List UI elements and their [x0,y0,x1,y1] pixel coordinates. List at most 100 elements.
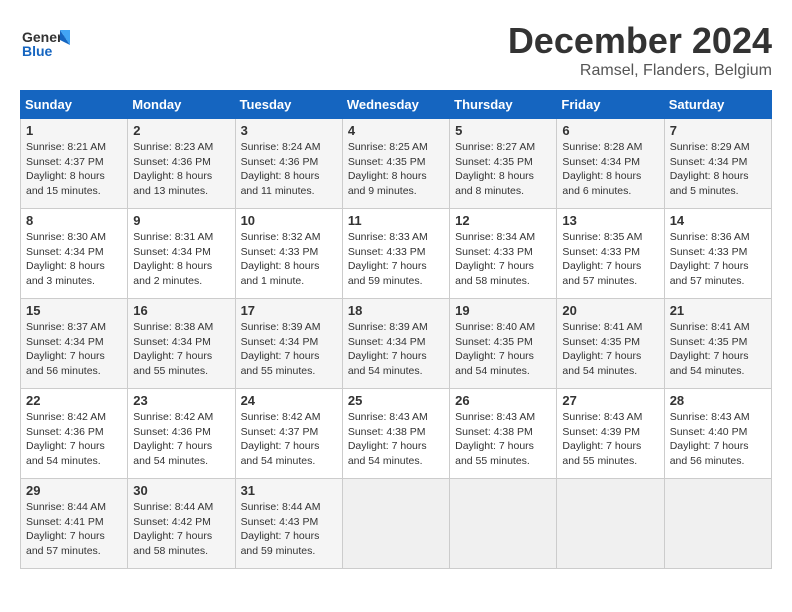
cell-content: Sunrise: 8:35 AM Sunset: 4:33 PM Dayligh… [562,230,658,289]
day-number: 12 [455,213,551,228]
calendar-cell: 11 Sunrise: 8:33 AM Sunset: 4:33 PM Dayli… [342,209,449,299]
day-number: 21 [670,303,766,318]
cell-content: Sunrise: 8:43 AM Sunset: 4:39 PM Dayligh… [562,410,658,469]
calendar-cell [557,479,664,569]
cell-content: Sunrise: 8:21 AM Sunset: 4:37 PM Dayligh… [26,140,122,199]
calendar-cell: 18 Sunrise: 8:39 AM Sunset: 4:34 PM Dayli… [342,299,449,389]
calendar-cell [664,479,771,569]
col-header-monday: Monday [128,91,235,119]
cell-content: Sunrise: 8:41 AM Sunset: 4:35 PM Dayligh… [670,320,766,379]
cell-content: Sunrise: 8:28 AM Sunset: 4:34 PM Dayligh… [562,140,658,199]
logo-icon: General Blue [20,20,70,70]
calendar-cell: 14Sunrise: 8:36 AM Sunset: 4:33 PM Dayli… [664,209,771,299]
calendar-cell: 9 Sunrise: 8:31 AM Sunset: 4:34 PM Daylig… [128,209,235,299]
logo: General Blue [20,20,70,75]
cell-content: Sunrise: 8:42 AM Sunset: 4:36 PM Dayligh… [26,410,122,469]
day-number: 14 [670,213,766,228]
calendar-cell: 25Sunrise: 8:43 AM Sunset: 4:38 PM Dayli… [342,389,449,479]
col-header-friday: Friday [557,91,664,119]
cell-content: Sunrise: 8:39 AM Sunset: 4:34 PM Dayligh… [241,320,337,379]
day-number: 3 [241,123,337,138]
day-number: 1 [26,123,122,138]
cell-content: Sunrise: 8:44 AM Sunset: 4:41 PM Dayligh… [26,500,122,559]
calendar-cell: 8 Sunrise: 8:30 AM Sunset: 4:34 PM Daylig… [21,209,128,299]
calendar-cell: 29 Sunrise: 8:44 AM Sunset: 4:41 PM Dayli… [21,479,128,569]
cell-content: Sunrise: 8:34 AM Sunset: 4:33 PM Dayligh… [455,230,551,289]
calendar-cell: 28 Sunrise: 8:43 AM Sunset: 4:40 PM Dayli… [664,389,771,479]
col-header-sunday: Sunday [21,91,128,119]
day-number: 24 [241,393,337,408]
calendar-table: SundayMondayTuesdayWednesdayThursdayFrid… [20,90,772,569]
day-number: 5 [455,123,551,138]
cell-content: Sunrise: 8:30 AM Sunset: 4:34 PM Dayligh… [26,230,122,289]
calendar-cell [450,479,557,569]
calendar-cell: 16 Sunrise: 8:38 AM Sunset: 4:34 PM Dayli… [128,299,235,389]
cell-content: Sunrise: 8:42 AM Sunset: 4:37 PM Dayligh… [241,410,337,469]
title-area: December 2024 Ramsel, Flanders, Belgium [508,20,772,80]
cell-content: Sunrise: 8:25 AM Sunset: 4:35 PM Dayligh… [348,140,444,199]
day-number: 28 [670,393,766,408]
calendar-cell: 10Sunrise: 8:32 AM Sunset: 4:33 PM Dayli… [235,209,342,299]
col-header-tuesday: Tuesday [235,91,342,119]
calendar-cell: 27Sunrise: 8:43 AM Sunset: 4:39 PM Dayli… [557,389,664,479]
calendar-cell: 17 Sunrise: 8:39 AM Sunset: 4:34 PM Dayli… [235,299,342,389]
cell-content: Sunrise: 8:38 AM Sunset: 4:34 PM Dayligh… [133,320,229,379]
calendar-cell: 23Sunrise: 8:42 AM Sunset: 4:36 PM Dayli… [128,389,235,479]
cell-content: Sunrise: 8:43 AM Sunset: 4:40 PM Dayligh… [670,410,766,469]
day-number: 19 [455,303,551,318]
calendar-cell: 3 Sunrise: 8:24 AM Sunset: 4:36 PM Daylig… [235,119,342,209]
day-number: 30 [133,483,229,498]
calendar-cell: 24 Sunrise: 8:42 AM Sunset: 4:37 PM Dayli… [235,389,342,479]
cell-content: Sunrise: 8:24 AM Sunset: 4:36 PM Dayligh… [241,140,337,199]
col-header-thursday: Thursday [450,91,557,119]
cell-content: Sunrise: 8:27 AM Sunset: 4:35 PM Dayligh… [455,140,551,199]
calendar-cell: 1 Sunrise: 8:21 AM Sunset: 4:37 PM Daylig… [21,119,128,209]
calendar-cell: 6 Sunrise: 8:28 AM Sunset: 4:34 PM Daylig… [557,119,664,209]
day-number: 29 [26,483,122,498]
day-number: 8 [26,213,122,228]
day-number: 31 [241,483,337,498]
day-number: 13 [562,213,658,228]
cell-content: Sunrise: 8:42 AM Sunset: 4:36 PM Dayligh… [133,410,229,469]
day-number: 4 [348,123,444,138]
calendar-cell: 7Sunrise: 8:29 AM Sunset: 4:34 PM Daylig… [664,119,771,209]
cell-content: Sunrise: 8:43 AM Sunset: 4:38 PM Dayligh… [455,410,551,469]
calendar-cell: 20 Sunrise: 8:41 AM Sunset: 4:35 PM Dayli… [557,299,664,389]
cell-content: Sunrise: 8:40 AM Sunset: 4:35 PM Dayligh… [455,320,551,379]
calendar-cell: 4 Sunrise: 8:25 AM Sunset: 4:35 PM Daylig… [342,119,449,209]
day-number: 17 [241,303,337,318]
calendar-cell: 12 Sunrise: 8:34 AM Sunset: 4:33 PM Dayli… [450,209,557,299]
day-number: 20 [562,303,658,318]
col-header-saturday: Saturday [664,91,771,119]
cell-content: Sunrise: 8:44 AM Sunset: 4:43 PM Dayligh… [241,500,337,559]
calendar-cell [342,479,449,569]
svg-text:Blue: Blue [22,43,53,59]
month-title: December 2024 [508,20,772,62]
col-header-wednesday: Wednesday [342,91,449,119]
cell-content: Sunrise: 8:41 AM Sunset: 4:35 PM Dayligh… [562,320,658,379]
day-number: 6 [562,123,658,138]
cell-content: Sunrise: 8:39 AM Sunset: 4:34 PM Dayligh… [348,320,444,379]
calendar-cell: 31 Sunrise: 8:44 AM Sunset: 4:43 PM Dayli… [235,479,342,569]
day-number: 11 [348,213,444,228]
cell-content: Sunrise: 8:33 AM Sunset: 4:33 PM Dayligh… [348,230,444,289]
day-number: 9 [133,213,229,228]
day-number: 16 [133,303,229,318]
day-number: 15 [26,303,122,318]
cell-content: Sunrise: 8:44 AM Sunset: 4:42 PM Dayligh… [133,500,229,559]
calendar-cell: 22Sunrise: 8:42 AM Sunset: 4:36 PM Dayli… [21,389,128,479]
calendar-cell: 2Sunrise: 8:23 AM Sunset: 4:36 PM Daylig… [128,119,235,209]
calendar-cell: 30 Sunrise: 8:44 AM Sunset: 4:42 PM Dayli… [128,479,235,569]
day-number: 10 [241,213,337,228]
day-number: 26 [455,393,551,408]
day-number: 7 [670,123,766,138]
calendar-cell: 21 Sunrise: 8:41 AM Sunset: 4:35 PM Dayli… [664,299,771,389]
calendar-cell: 15 Sunrise: 8:37 AM Sunset: 4:34 PM Dayli… [21,299,128,389]
calendar-cell: 5 Sunrise: 8:27 AM Sunset: 4:35 PM Daylig… [450,119,557,209]
day-number: 2 [133,123,229,138]
cell-content: Sunrise: 8:31 AM Sunset: 4:34 PM Dayligh… [133,230,229,289]
calendar-cell: 26 Sunrise: 8:43 AM Sunset: 4:38 PM Dayli… [450,389,557,479]
day-number: 18 [348,303,444,318]
cell-content: Sunrise: 8:43 AM Sunset: 4:38 PM Dayligh… [348,410,444,469]
cell-content: Sunrise: 8:37 AM Sunset: 4:34 PM Dayligh… [26,320,122,379]
